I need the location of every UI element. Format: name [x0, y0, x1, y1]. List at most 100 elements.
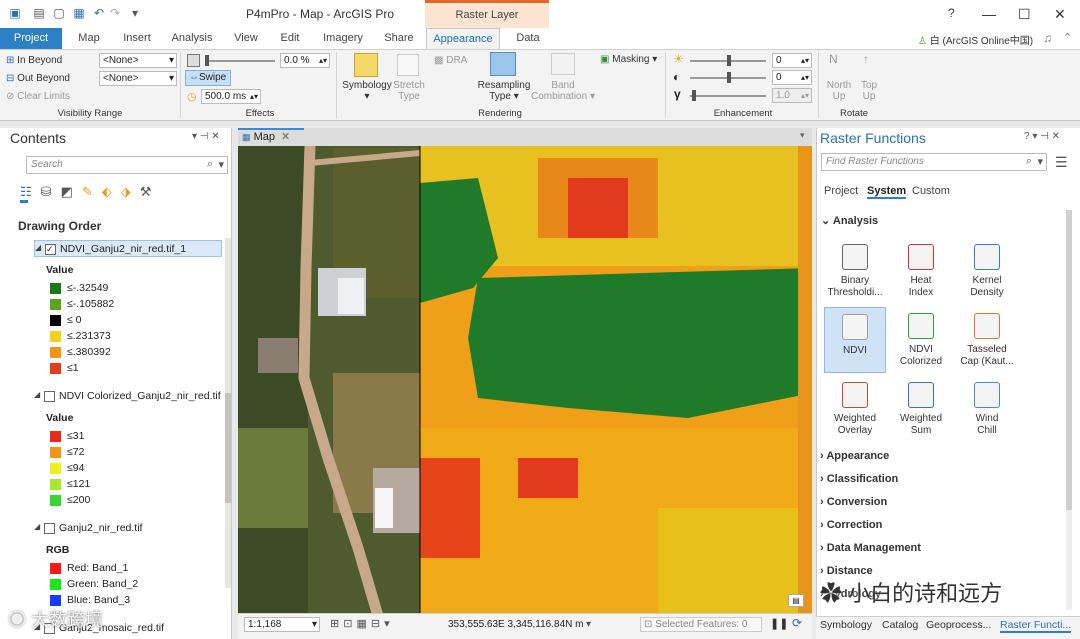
- tab-catalog[interactable]: Catalog: [882, 619, 918, 631]
- tab-analysis[interactable]: Analysis: [166, 28, 218, 49]
- gamma-input[interactable]: 1.0 ▴▾: [772, 88, 812, 103]
- raster-function-kernel-density[interactable]: Kernel Density: [956, 238, 1018, 304]
- in-beyond-scale-combo[interactable]: <None> ▾: [99, 53, 177, 68]
- tab-raster-functions[interactable]: Raster Functi...: [1000, 619, 1072, 633]
- tab-map[interactable]: Map: [70, 28, 108, 49]
- category-analysis[interactable]: ⌄ Analysis: [821, 214, 878, 227]
- raster-function-tasseled-cap[interactable]: Tasseled Cap (Kaut...: [956, 307, 1018, 373]
- new-project-icon[interactable]: ▤: [32, 6, 46, 20]
- subtab-custom[interactable]: Custom: [912, 185, 950, 197]
- raster-function-weighted-sum[interactable]: Weighted Sum: [890, 376, 952, 442]
- brightness-slider-thumb[interactable]: [727, 55, 731, 66]
- symbology-button[interactable]: Symbology ▾: [340, 80, 394, 102]
- save-icon[interactable]: ▦: [72, 6, 86, 20]
- list-by-editing-icon[interactable]: ✎: [82, 184, 102, 199]
- customize-qat-icon[interactable]: ▾: [128, 6, 142, 20]
- measure-icon[interactable]: ⊟: [371, 618, 384, 630]
- selected-features-indicator[interactable]: ⊡ Selected Features: 0: [640, 617, 762, 632]
- help-button[interactable]: ?: [948, 6, 955, 20]
- top-up-button[interactable]: Top Up: [855, 80, 883, 102]
- gamma-slider-thumb[interactable]: [692, 90, 696, 101]
- north-up-button[interactable]: North Up: [824, 80, 854, 102]
- contents-search-input[interactable]: Search ⌕ ▾: [26, 156, 228, 174]
- list-by-labeling-icon[interactable]: ⬗: [121, 184, 140, 199]
- tab-insert[interactable]: Insert: [116, 28, 158, 49]
- layer-visibility-checkbox[interactable]: [44, 523, 55, 534]
- expand-chevron-icon[interactable]: ◢: [34, 522, 40, 531]
- contrast-slider-thumb[interactable]: [727, 72, 731, 83]
- band-combination-button[interactable]: Band Combination ▾: [530, 80, 596, 102]
- pane-options-icon[interactable]: ? ▾ ⊣ ✕: [1024, 131, 1060, 142]
- raster-function-binary-thresholding[interactable]: Binary Thresholdi...: [824, 238, 886, 304]
- category-data-management[interactable]: › Data Management: [820, 542, 921, 554]
- tab-appearance[interactable]: Appearance: [426, 28, 500, 49]
- close-button[interactable]: ✕: [1054, 6, 1066, 23]
- masking-button[interactable]: ▣ Masking ▾: [600, 54, 657, 65]
- layer-row[interactable]: ◢ ✓ NDVI_Ganju2_nir_red.tif_1: [34, 240, 222, 257]
- refresh-icon[interactable]: ⟳: [792, 616, 802, 630]
- raster-function-wind-chill[interactable]: Wind Chill: [956, 376, 1018, 442]
- fixed-zoom-icon[interactable]: ⊞: [330, 618, 343, 630]
- contents-scrollbar-thumb[interactable]: [225, 393, 231, 503]
- list-by-drawing-order-icon[interactable]: ☷: [20, 184, 41, 199]
- raster-function-weighted-overlay[interactable]: Weighted Overlay: [824, 376, 886, 442]
- contrast-input[interactable]: 0 ▴▾: [772, 70, 812, 85]
- raster-function-green-leaf[interactable]: NDVI Colorized: [890, 307, 952, 373]
- gamma-slider[interactable]: [690, 95, 766, 97]
- menu-icon[interactable]: ☰: [1055, 154, 1068, 171]
- account-label[interactable]: ♙ 白 (ArcGIS Online中国): [918, 32, 1033, 47]
- swipe-button[interactable]: ⇔Swipe: [185, 70, 231, 86]
- category-conversion[interactable]: › Conversion: [820, 496, 887, 508]
- tab-symbology[interactable]: Symbology: [820, 619, 872, 631]
- tab-edit[interactable]: Edit: [272, 28, 308, 49]
- category-classification[interactable]: › Classification: [820, 473, 898, 485]
- brightness-input[interactable]: 0 ▴▾: [772, 53, 812, 68]
- collapse-ribbon-icon[interactable]: ⌃: [1063, 31, 1072, 44]
- raster-functions-scrollbar-thumb[interactable]: [1066, 210, 1072, 510]
- redo-icon[interactable]: ↷: [108, 6, 122, 20]
- coord-dropdown-icon[interactable]: ▾: [586, 619, 591, 630]
- transparency-slider-thumb[interactable]: [205, 55, 209, 66]
- category-appearance[interactable]: › Appearance: [820, 450, 889, 462]
- raster-functions-scrollbar[interactable]: [1066, 210, 1072, 610]
- transparency-slider[interactable]: [205, 60, 275, 62]
- tab-view[interactable]: View: [228, 28, 264, 49]
- tab-imagery[interactable]: Imagery: [318, 28, 368, 49]
- close-icon[interactable]: ✕: [275, 131, 290, 143]
- resampling-type-button[interactable]: Resampling Type ▾: [475, 80, 533, 102]
- tab-geoprocessing[interactable]: Geoprocess...: [926, 619, 991, 631]
- category-correction[interactable]: › Correction: [820, 519, 882, 531]
- grid-icon[interactable]: ▦: [356, 618, 370, 630]
- overview-toggle-icon[interactable]: ▤: [788, 594, 804, 607]
- map-scale-combo[interactable]: 1:1,168 ▾: [244, 617, 320, 632]
- minimize-button[interactable]: —: [982, 6, 996, 22]
- list-by-perspective-icon[interactable]: ⚒: [140, 184, 161, 199]
- zoom-extent-icon[interactable]: ⊡: [343, 618, 356, 630]
- subtab-project[interactable]: Project: [824, 185, 858, 197]
- expand-chevron-icon[interactable]: ◢: [34, 390, 40, 399]
- pane-options-icon[interactable]: ▾ ⊣ ✕: [192, 131, 220, 142]
- list-by-selection-icon[interactable]: ◩: [61, 184, 82, 199]
- contents-scrollbar[interactable]: [225, 238, 231, 588]
- list-by-source-icon[interactable]: ⛁: [41, 184, 61, 199]
- raster-function-leaf[interactable]: NDVI: [824, 307, 886, 373]
- layer-visibility-checkbox[interactable]: ✓: [45, 244, 56, 255]
- tab-share[interactable]: Share: [378, 28, 420, 49]
- map-tab-menu-icon[interactable]: ▾: [800, 130, 805, 141]
- open-icon[interactable]: ▢: [52, 6, 66, 20]
- undo-icon[interactable]: ↶: [92, 6, 106, 20]
- map-view-tab[interactable]: ▦ Map ✕: [238, 128, 304, 145]
- layer-visibility-checkbox[interactable]: [44, 391, 55, 402]
- raster-function-thermometer[interactable]: Heat Index: [890, 238, 952, 304]
- dra-button[interactable]: ▩ DRA: [434, 55, 467, 66]
- transparency-input[interactable]: 0.0 % ▴▾: [280, 53, 330, 68]
- out-beyond-button[interactable]: ⊟ Out Beyond: [6, 73, 70, 84]
- tab-data[interactable]: Data: [508, 28, 548, 49]
- expand-chevron-icon[interactable]: ◢: [35, 243, 41, 252]
- stretch-type-button[interactable]: Stretch Type: [392, 80, 426, 102]
- raster-functions-search-input[interactable]: Find Raster Functions ⌕ ▾: [821, 153, 1047, 171]
- clear-limits-button[interactable]: ⊘ Clear Limits: [6, 91, 70, 102]
- chevron-down-icon[interactable]: ▾: [384, 618, 394, 630]
- map-view[interactable]: [238, 128, 812, 618]
- notification-bell-icon[interactable]: ♫: [1043, 31, 1052, 45]
